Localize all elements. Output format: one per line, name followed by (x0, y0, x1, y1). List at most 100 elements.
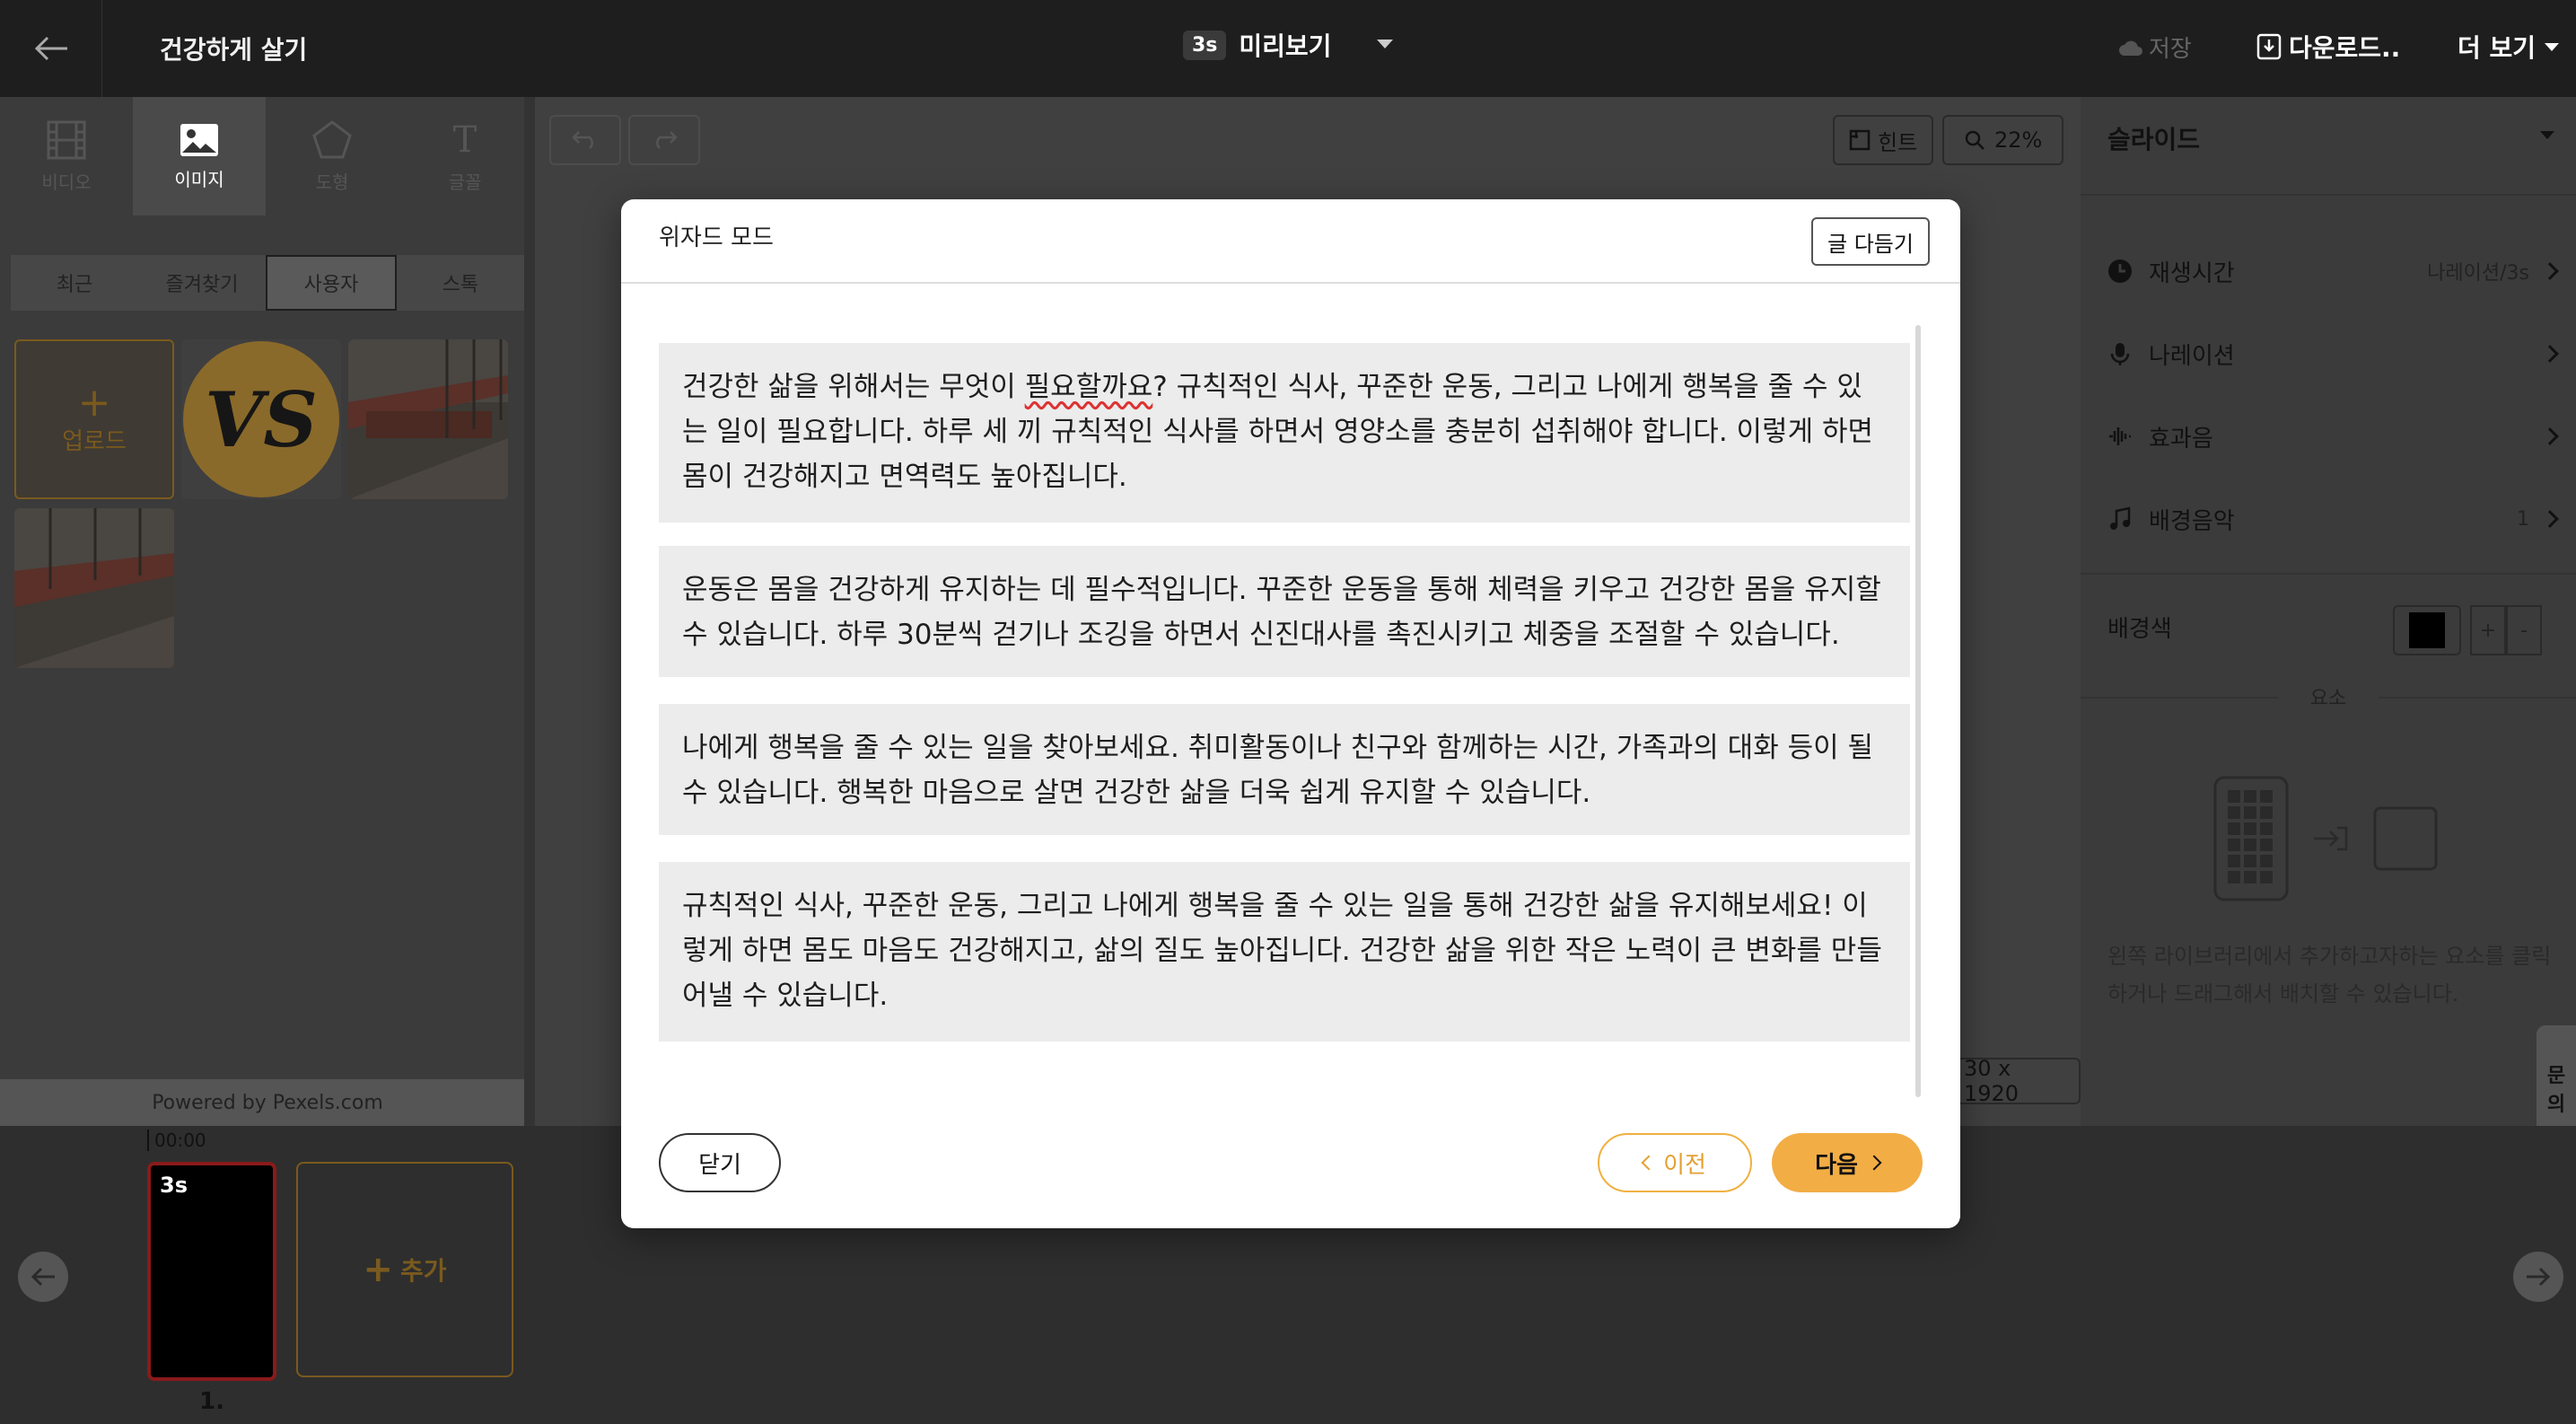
more-label: 더 보기 (2458, 33, 2537, 63)
bgm-row[interactable]: 배경음악 1 (2107, 492, 2559, 546)
previous-label: 이전 (1663, 1151, 1706, 1179)
paragraph-list[interactable]: 건강한 삶을 위해서는 무엇이 필요할까요? 규칙적인 식사, 꾸준한 운동, … (659, 343, 1910, 1088)
tab-video[interactable]: 비디오 (0, 97, 133, 215)
media-thumb-train-2[interactable] (14, 508, 174, 668)
undo-icon (572, 131, 593, 149)
cloud-upload-icon (2119, 40, 2142, 56)
tab-image-label: 이미지 (174, 168, 224, 190)
tab-shape-label: 도형 (315, 171, 349, 193)
sound-effect-label: 효과음 (2149, 425, 2213, 453)
slide-section-title: 슬라이드 (2107, 125, 2201, 154)
save-label: 저장 (2149, 36, 2192, 63)
redo-button[interactable] (628, 115, 700, 165)
top-bar: 건강하게 살기 3s 미리보기 저장 다운로드.. 더 보기 (0, 0, 2576, 97)
tab-image[interactable]: 이미지 (133, 97, 266, 215)
arrow-left-icon (31, 1267, 55, 1287)
project-title: 건강하게 살기 (160, 35, 308, 65)
save-button[interactable]: 저장 (2118, 31, 2192, 64)
elements-illustration-icon (2213, 776, 2438, 901)
clock-icon (2108, 259, 2132, 283)
elements-description: 왼쪽 라이브러리에서 추가하고자하는 요소를 클릭하거나 드래그해서 배치할 수… (2107, 944, 2552, 1006)
add-slide-button[interactable]: + 추가 (296, 1162, 513, 1377)
chevron-right-icon (2541, 262, 2559, 280)
zoom-label: 22% (1994, 127, 2043, 153)
divider (2081, 194, 2576, 196)
library-tabs: 최근 즐겨찾기 사용자 스톡 (11, 255, 524, 311)
narration-row[interactable]: 나레이션 (2107, 327, 2559, 381)
media-thumb-vs[interactable]: VS (181, 339, 341, 499)
train-station-image (14, 508, 174, 668)
paragraph-1[interactable]: 건강한 삶을 위해서는 무엇이 필요할까요? 규칙적인 식사, 꾸준한 운동, … (659, 343, 1910, 523)
pexels-credit[interactable]: Powered by Pexels.com (0, 1079, 535, 1126)
tab-favorites[interactable]: 즐겨찾기 (138, 255, 266, 311)
tab-video-label: 비디오 (41, 171, 92, 193)
back-button[interactable] (0, 0, 102, 97)
image-icon (180, 123, 218, 156)
slide-thumbnail[interactable]: 3s (147, 1162, 276, 1381)
download-icon (2256, 33, 2282, 60)
zoom-button[interactable]: 22% (1942, 115, 2064, 165)
magnifier-icon (1965, 130, 1985, 150)
chevron-right-icon (2541, 427, 2559, 445)
undo-button[interactable] (549, 115, 621, 165)
chevron-down-icon[interactable] (2540, 131, 2554, 139)
trim-text-button[interactable]: 글 다듬기 (1811, 217, 1930, 266)
preview-button[interactable]: 3s 미리보기 (1183, 27, 1331, 63)
tab-text[interactable]: T 글꼴 (399, 97, 531, 215)
train-station-image (348, 339, 508, 499)
timecode: 00:00 (147, 1130, 206, 1151)
paragraph-3-text: 나에게 행복을 줄 수 있는 일을 찾아보세요. 취미활동이나 친구와 함께하는… (682, 732, 1873, 809)
paragraph-scrollbar[interactable] (1915, 325, 1921, 1097)
paragraph-3[interactable]: 나에게 행복을 줄 수 있는 일을 찾아보세요. 취미활동이나 친구와 함께하는… (659, 704, 1910, 835)
tab-recent[interactable]: 최근 (11, 255, 138, 311)
more-menu-button[interactable]: 더 보기 (2458, 29, 2560, 65)
wizard-modal: 위자드 모드 글 다듬기 건강한 삶을 위해서는 무엇이 필요할까요? 규칙적인… (621, 199, 1960, 1228)
close-button[interactable]: 닫기 (659, 1133, 781, 1192)
slide-number: 1. (199, 1388, 224, 1415)
chevron-right-icon (2541, 345, 2559, 363)
chevron-left-icon (1641, 1155, 1657, 1171)
preview-dropdown-icon[interactable] (1377, 40, 1393, 48)
paragraph-2[interactable]: 운동은 몸을 건강하게 유지하는 데 필수적입니다. 꾸준한 운동을 통해 체력… (659, 546, 1910, 677)
plus-icon: + (77, 379, 111, 426)
preview-label: 미리보기 (1239, 31, 1332, 61)
media-thumb-train-1[interactable] (348, 339, 508, 499)
modal-title: 위자드 모드 (659, 224, 774, 251)
paragraph-2-text: 운동은 몸을 건강하게 유지하는 데 필수적입니다. 꾸준한 운동을 통해 체력… (682, 574, 1881, 651)
sound-effect-row[interactable]: 효과음 (2107, 409, 2559, 463)
sound-effect-icon (2109, 427, 2131, 445)
grid-hint-icon (1849, 129, 1871, 151)
bg-color-remove-button[interactable]: - (2506, 605, 2542, 655)
paragraph-4[interactable]: 규칙적인 식사, 꾸준한 운동, 그리고 나에게 행복을 줄 수 있는 일을 통… (659, 862, 1910, 1042)
bg-color-add-button[interactable]: + (2470, 605, 2506, 655)
slide-duration: 3s (160, 1173, 188, 1198)
arrow-right-icon (2527, 1267, 2551, 1287)
duration-row[interactable]: 재생시간 나레이션/3s (2107, 244, 2559, 298)
music-note-icon (2110, 506, 2131, 530)
bg-color-swatch[interactable] (2393, 605, 2461, 655)
inquiry-char-2: 의 (2546, 1094, 2566, 1116)
next-button[interactable]: 다음 (1772, 1133, 1923, 1192)
upload-label: 업로드 (62, 427, 127, 455)
chevron-right-icon (2541, 510, 2559, 528)
pentagon-icon (312, 119, 352, 158)
previous-button[interactable]: 이전 (1598, 1133, 1752, 1192)
left-library-panel: 비디오 이미지 도형 T 글꼴 최근 즐겨찾기 사용자 스톡 + 업로드 VS (0, 97, 535, 1126)
upload-button[interactable]: + 업로드 (14, 339, 174, 499)
tab-stock[interactable]: 스톡 (397, 255, 524, 311)
chevron-right-icon (1866, 1155, 1882, 1171)
hint-button[interactable]: 힌트 (1833, 115, 1934, 165)
spell-error[interactable]: 필요할까요 (1025, 371, 1153, 403)
tab-user[interactable]: 사용자 (266, 255, 397, 311)
preview-duration-badge: 3s (1183, 30, 1227, 60)
hint-label: 힌트 (1878, 129, 1918, 155)
tab-shape[interactable]: 도형 (266, 97, 399, 215)
timeline-next-button[interactable] (2513, 1252, 2563, 1302)
paragraph-1-text: 건강한 삶을 위해서는 무엇이 (682, 371, 1025, 403)
download-button[interactable]: 다운로드.. (2256, 29, 2400, 65)
panel-resize-handle[interactable] (524, 97, 535, 1126)
elements-title: 요소 (2309, 688, 2347, 710)
timeline-prev-button[interactable] (18, 1252, 68, 1302)
bg-color-preview (2409, 612, 2445, 648)
tab-text-label: 글꼴 (448, 171, 482, 193)
